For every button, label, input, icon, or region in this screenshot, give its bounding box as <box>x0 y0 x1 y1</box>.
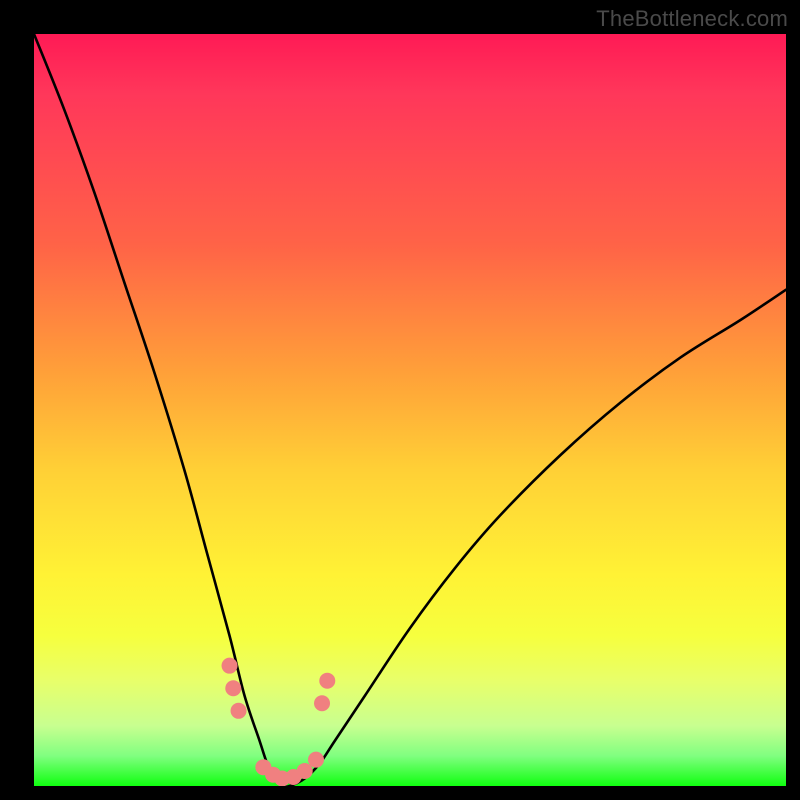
bottleneck-curve <box>34 34 786 786</box>
highlight-dot <box>285 769 301 785</box>
highlight-dot <box>314 695 330 711</box>
highlight-dot <box>255 759 271 775</box>
highlight-dot <box>308 752 324 768</box>
highlight-dot <box>297 763 313 779</box>
plot-area <box>34 34 786 786</box>
highlight-dot <box>265 767 281 783</box>
curve-layer <box>34 34 786 786</box>
highlight-dot <box>222 658 238 674</box>
highlight-dots <box>222 658 336 786</box>
highlight-dot <box>319 673 335 689</box>
watermark-text: TheBottleneck.com <box>596 6 788 32</box>
bottleneck-curve-path <box>34 34 786 786</box>
chart-frame: TheBottleneck.com <box>0 0 800 800</box>
highlight-dot <box>225 680 241 696</box>
highlight-dot <box>231 703 247 719</box>
highlight-dot <box>274 770 290 786</box>
